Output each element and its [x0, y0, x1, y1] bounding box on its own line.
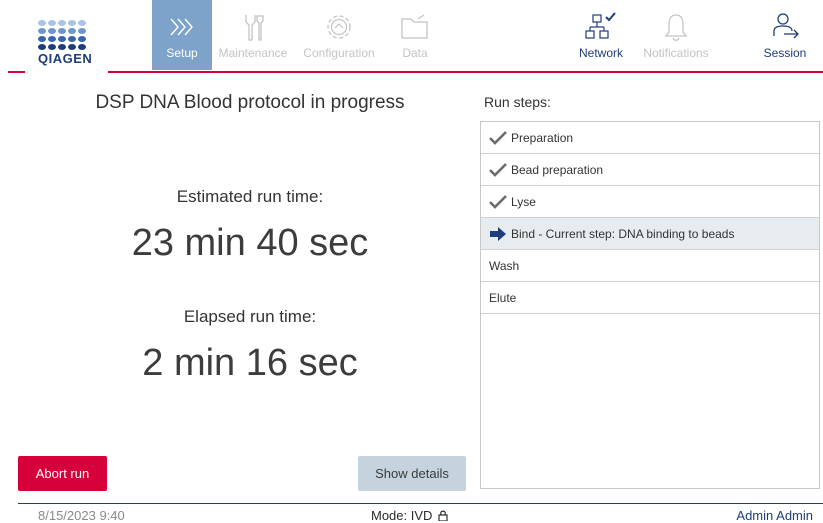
nav-configuration[interactable]: Configuration — [296, 0, 382, 70]
checkmark-icon — [489, 194, 511, 209]
nav-data[interactable]: Data — [390, 0, 440, 70]
estimated-time-label: Estimated run time: — [176, 187, 324, 206]
step-label: Bead preparation — [511, 162, 604, 177]
bell-icon — [664, 14, 688, 41]
top-bar: QIAGEN Setup Maintenance Configuration D… — [0, 0, 823, 73]
show-details-button[interactable]: Show details — [358, 456, 466, 491]
step-label: Elute — [489, 290, 517, 305]
elapsed-time-value: 2 min 16 sec — [142, 342, 358, 384]
nav-notifications-label: Notifications — [643, 46, 709, 60]
checkmark-icon — [489, 130, 511, 145]
footer-user[interactable]: Admin Admin — [736, 508, 813, 523]
step-label: Preparation — [511, 130, 574, 145]
qiagen-logo: QIAGEN — [38, 20, 94, 72]
arrow-right-icon — [489, 226, 511, 241]
elapsed-time-label: Elapsed run time: — [183, 307, 317, 326]
step-label: Bind - Current step: DNA binding to bead… — [511, 226, 735, 241]
step-preparation: Preparation — [481, 122, 819, 154]
nav-session[interactable]: Session — [758, 0, 812, 70]
run-steps-list[interactable]: Preparation Bead preparation Lyse Bind -… — [480, 121, 820, 489]
nav-data-label: Data — [402, 46, 428, 60]
step-bead-preparation: Bead preparation — [481, 154, 819, 186]
user-logout-icon — [773, 13, 799, 39]
step-wash: Wash — [481, 250, 819, 282]
nav-maintenance[interactable]: Maintenance — [213, 0, 293, 70]
nav-setup[interactable]: Setup — [152, 0, 212, 70]
step-lyse: Lyse — [481, 186, 819, 218]
estimated-time-value: 23 min 40 sec — [131, 222, 369, 264]
abort-run-button[interactable]: Abort run — [18, 456, 107, 491]
chevron-forward-icon — [170, 18, 193, 36]
checkmark-icon — [489, 162, 511, 177]
nav-configuration-label: Configuration — [303, 46, 375, 60]
tools-icon — [245, 15, 264, 41]
nav-notifications[interactable]: Notifications — [637, 0, 715, 70]
lock-icon — [438, 510, 448, 522]
logo-text: QIAGEN — [38, 51, 93, 66]
nav-setup-label: Setup — [166, 46, 198, 60]
gear-icon — [327, 15, 351, 39]
footer-divider — [18, 503, 823, 504]
protocol-title: DSP DNA Blood protocol in progress — [95, 92, 405, 113]
nav-network-label: Network — [578, 46, 623, 60]
step-bind-current: Bind - Current step: DNA binding to bead… — [481, 218, 819, 250]
run-steps-label: Run steps: — [484, 94, 551, 110]
network-icon — [585, 12, 616, 39]
step-label: Wash — [489, 258, 520, 273]
nav-network[interactable]: Network — [570, 0, 632, 70]
step-label: Lyse — [511, 194, 536, 209]
nav-session-label: Session — [763, 46, 807, 60]
mode-label: Mode: IVD — [371, 508, 433, 523]
logo-dots — [38, 20, 94, 50]
folder-icon — [401, 14, 428, 39]
nav-maintenance-label: Maintenance — [218, 46, 288, 60]
footer-datetime: 8/15/2023 9:40 — [38, 508, 125, 523]
header-underline-left — [8, 71, 25, 73]
footer-mode: Mode: IVD — [371, 508, 448, 523]
step-elute: Elute — [481, 282, 819, 314]
header-underline — [108, 71, 823, 73]
